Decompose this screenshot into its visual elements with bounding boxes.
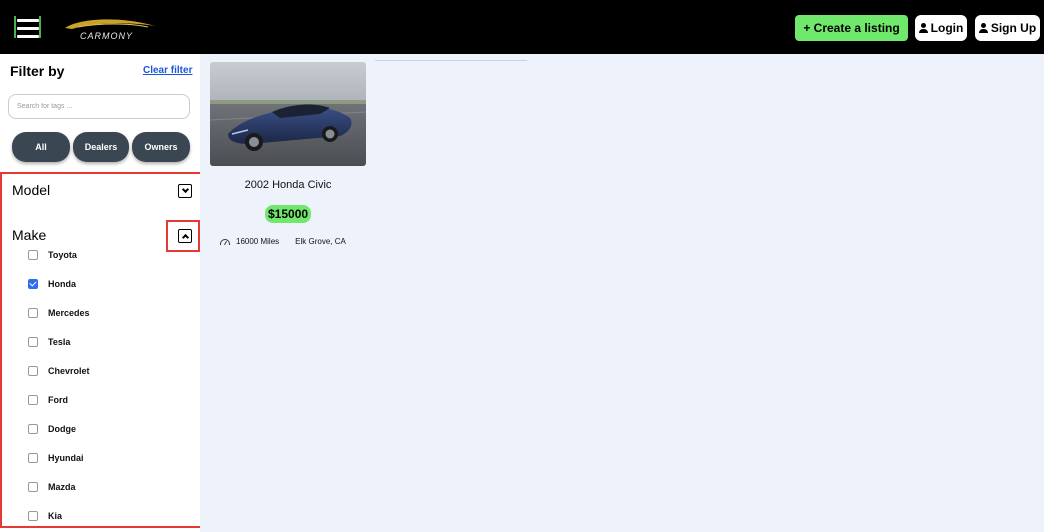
checkbox-checked[interactable]: [28, 279, 38, 289]
model-section-label: Model: [12, 182, 51, 198]
listing-title[interactable]: 2002 Honda Civic: [208, 179, 368, 191]
filter-sidebar: Filter by Clear filter All Dealers Owner…: [0, 54, 204, 532]
divider: [375, 60, 527, 61]
login-label: Login: [930, 21, 964, 35]
clear-filter-link[interactable]: Clear filter: [143, 65, 192, 76]
make-option-label: Hyundai: [48, 453, 84, 463]
make-option-mazda[interactable]: Mazda: [28, 480, 76, 494]
make-option-label: Honda: [48, 279, 76, 289]
make-option-label: Kia: [48, 511, 63, 521]
make-collapse-toggle[interactable]: [178, 229, 192, 243]
make-option-dodge[interactable]: Dodge: [28, 422, 76, 436]
car-photo[interactable]: [210, 62, 366, 166]
chevron-up-icon: [181, 233, 189, 242]
signup-button[interactable]: Sign Up: [975, 15, 1040, 41]
make-option-toyota[interactable]: Toyota: [28, 248, 77, 262]
checkbox[interactable]: [28, 308, 38, 318]
filter-title: Filter by: [10, 63, 65, 79]
chevron-down-icon: [181, 185, 189, 194]
make-option-kia[interactable]: Kia: [28, 509, 62, 523]
logo-wordmark: CARMONY: [80, 31, 134, 41]
checkbox[interactable]: [28, 250, 38, 260]
checkbox[interactable]: [28, 366, 38, 376]
make-option-ford[interactable]: Ford: [28, 393, 68, 407]
create-listing-button[interactable]: + Create a listing: [795, 15, 908, 41]
checkbox[interactable]: [28, 395, 38, 405]
make-option-label: Chevrolet: [48, 366, 90, 376]
checkbox[interactable]: [28, 511, 38, 521]
listing-meta: 16000 Miles Elk Grove, CA: [220, 237, 346, 246]
make-option-label: Tesla: [48, 337, 71, 347]
make-option-label: Dodge: [48, 424, 76, 434]
filters-panel: Model Make Toyota Honda Mercedes Tesla C…: [0, 172, 204, 528]
speedometer-icon: [220, 238, 230, 245]
carmony-logo[interactable]: CARMONY: [60, 14, 160, 44]
hamburger-menu-icon[interactable]: [14, 16, 41, 40]
make-option-hyundai[interactable]: Hyundai: [28, 451, 84, 465]
make-option-mercedes[interactable]: Mercedes: [28, 306, 90, 320]
checkbox[interactable]: [28, 482, 38, 492]
make-toggle-highlight: [166, 220, 200, 252]
location-text: Elk Grove, CA: [295, 237, 346, 246]
make-option-label: Mercedes: [48, 308, 90, 318]
make-option-label: Mazda: [48, 482, 76, 492]
price-badge: $15000: [265, 205, 312, 223]
make-option-honda[interactable]: Honda: [28, 277, 76, 291]
make-option-chevrolet[interactable]: Chevrolet: [28, 364, 90, 378]
top-navbar: CARMONY + Create a listing Login Sign Up: [0, 0, 1044, 54]
tag-search-input[interactable]: [8, 94, 190, 119]
make-section-label: Make: [12, 227, 47, 243]
listings-area: 2002 Honda Civic $15000 16000 Miles Elk …: [200, 54, 1044, 532]
segment-owners-button[interactable]: Owners: [132, 132, 190, 162]
segment-dealers-button[interactable]: Dealers: [73, 132, 129, 162]
signup-label: Sign Up: [990, 21, 1037, 35]
mileage-text: 16000 Miles: [236, 237, 280, 246]
app-root: CARMONY + Create a listing Login Sign Up…: [0, 0, 1044, 532]
listing-card[interactable]: 2002 Honda Civic $15000 16000 Miles Elk …: [208, 62, 368, 252]
user-icon: [978, 23, 988, 33]
model-expand-toggle[interactable]: [178, 184, 192, 198]
checkbox[interactable]: [28, 337, 38, 347]
checkbox[interactable]: [28, 453, 38, 463]
segment-all-button[interactable]: All: [12, 132, 70, 162]
checkbox[interactable]: [28, 424, 38, 434]
make-option-label: Ford: [48, 395, 68, 405]
make-option-tesla[interactable]: Tesla: [28, 335, 70, 349]
user-icon: [918, 23, 928, 33]
make-option-label: Toyota: [48, 250, 77, 260]
login-button[interactable]: Login: [915, 15, 967, 41]
